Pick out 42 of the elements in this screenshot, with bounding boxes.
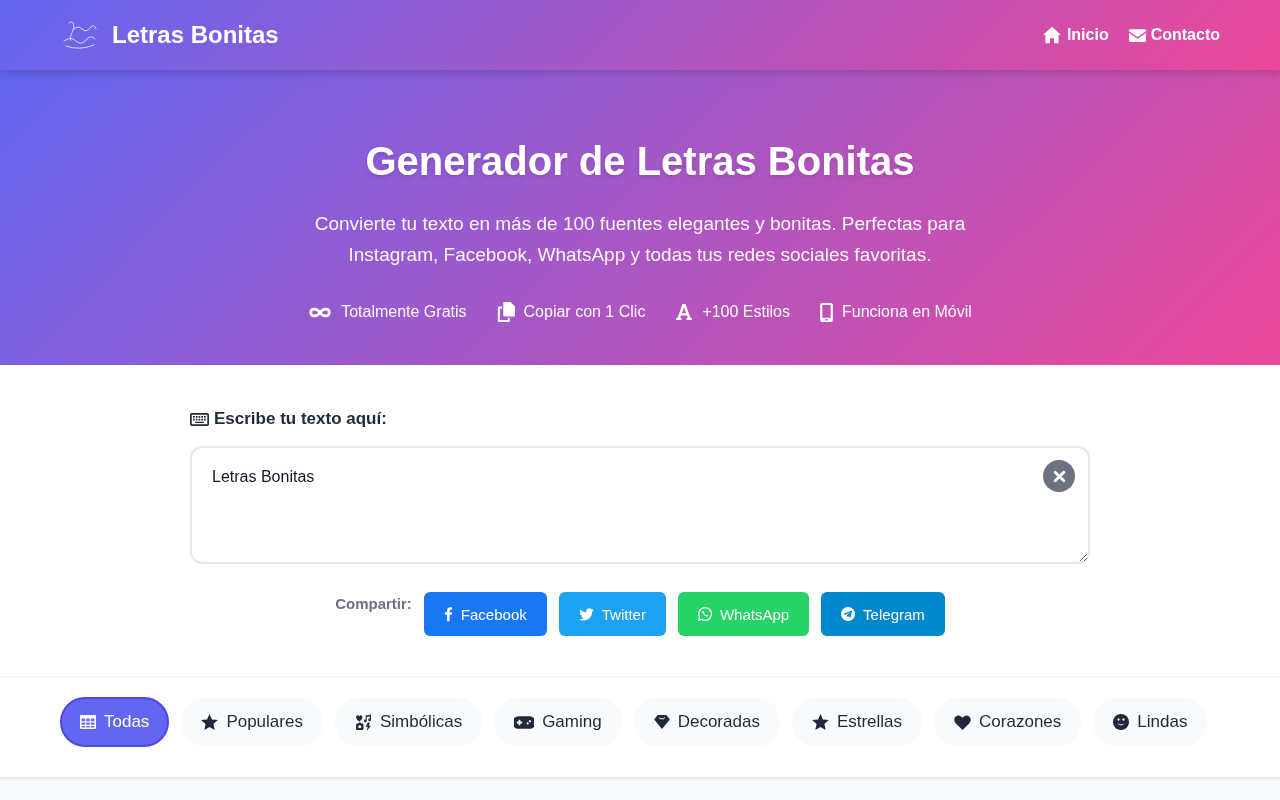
smile-icon xyxy=(1113,714,1130,730)
hero-subtitle: Convierte tu texto en más de 100 fuentes elegantes y bonitas. Perfectas para Instagram, Facebook, WhatsApp y todas tus redes sociales favoritas. xyxy=(313,212,967,267)
category-tab[interactable]: Decoradas xyxy=(633,697,780,747)
category-tab[interactable]: Estrellas xyxy=(791,697,923,747)
close-icon xyxy=(1052,469,1066,483)
text-input[interactable]: Letras Bonitas xyxy=(190,446,1090,564)
mobile-phone-icon xyxy=(820,302,833,322)
site-title[interactable]: Letras Bonitas xyxy=(112,21,279,49)
symbols-icon xyxy=(354,713,372,731)
font-icon xyxy=(675,303,694,321)
category-tab[interactable]: Corazones xyxy=(934,697,1082,747)
infinity-icon xyxy=(308,305,333,319)
category-tab[interactable]: Populares xyxy=(181,697,323,747)
share-label: Compartir: xyxy=(335,594,412,614)
keyboard-icon xyxy=(190,412,209,426)
field-label: Escribe tu texto aquí: xyxy=(214,408,387,430)
grid-icon xyxy=(80,715,96,729)
facebook-icon xyxy=(443,606,453,622)
star-icon xyxy=(811,714,829,730)
category-tab[interactable]: Todas xyxy=(60,697,170,747)
heart-icon xyxy=(954,714,972,730)
gem-icon xyxy=(653,715,670,729)
hero-title: Generador de Letras Bonitas xyxy=(364,138,916,185)
feature-label: Copiar con 1 Clic xyxy=(523,302,646,322)
whatsapp-icon xyxy=(697,607,712,621)
category-tab[interactable]: Lindas xyxy=(1093,697,1208,747)
star-icon xyxy=(201,714,219,730)
feature-label: Totalmente Gratis xyxy=(341,302,467,322)
envelope-icon xyxy=(1128,28,1146,42)
twitter-icon xyxy=(578,607,594,621)
share-button[interactable]: Telegram xyxy=(821,592,945,636)
gamepad-icon xyxy=(514,715,535,729)
category-tab[interactable]: Simbólicas xyxy=(334,697,483,747)
copy-icon xyxy=(496,302,515,322)
telegram-icon xyxy=(841,607,856,621)
feature-label: Funciona en Móvil xyxy=(842,302,972,322)
feature-label: +100 Estilos xyxy=(702,302,790,322)
share-button[interactable]: Facebook xyxy=(423,592,547,636)
nav-link[interactable]: Inicio xyxy=(1041,26,1109,44)
nav-link[interactable]: Contacto xyxy=(1128,26,1220,44)
category-tab[interactable]: Gaming xyxy=(494,697,622,747)
home-icon xyxy=(1041,26,1062,44)
